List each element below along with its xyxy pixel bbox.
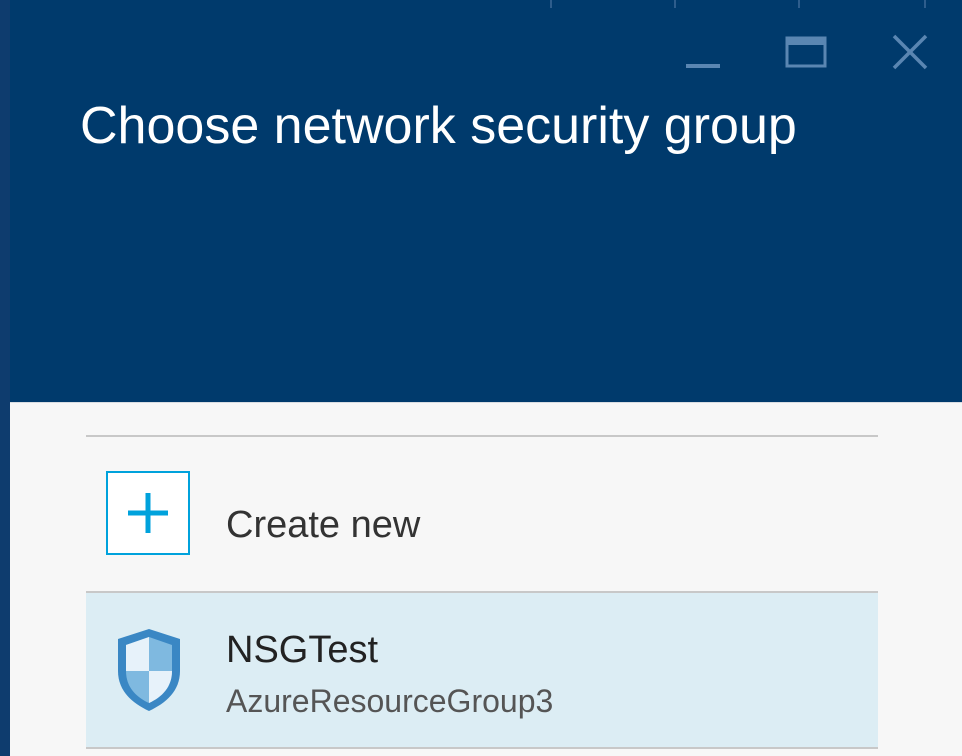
create-new-icon-box <box>106 471 190 555</box>
close-button[interactable] <box>886 28 934 76</box>
blade-header: Choose network security group <box>10 0 962 402</box>
network-security-group-blade: Choose network security group Create new… <box>0 0 962 756</box>
page-title: Choose network security group <box>80 97 797 155</box>
list-bottom-divider <box>86 747 878 749</box>
minimize-button[interactable] <box>678 28 726 76</box>
maximize-button[interactable] <box>782 28 830 76</box>
list-item-resource-group: AzureResourceGroup3 <box>226 683 554 719</box>
blade-content: Create new NSGTest AzureResourceGroup3 <box>10 402 962 756</box>
maximize-icon <box>785 36 827 68</box>
shield-icon <box>118 629 180 711</box>
list-item-nsgtest[interactable]: NSGTest AzureResourceGroup3 <box>86 593 878 747</box>
create-new-label: Create new <box>226 504 421 546</box>
minimize-icon <box>686 64 720 68</box>
plus-icon <box>128 493 168 533</box>
list-top-divider <box>86 435 878 437</box>
list-item-name: NSGTest <box>226 629 379 671</box>
outer-frame-edge <box>0 0 10 756</box>
close-icon <box>892 34 928 70</box>
create-new-item[interactable]: Create new <box>86 438 878 591</box>
